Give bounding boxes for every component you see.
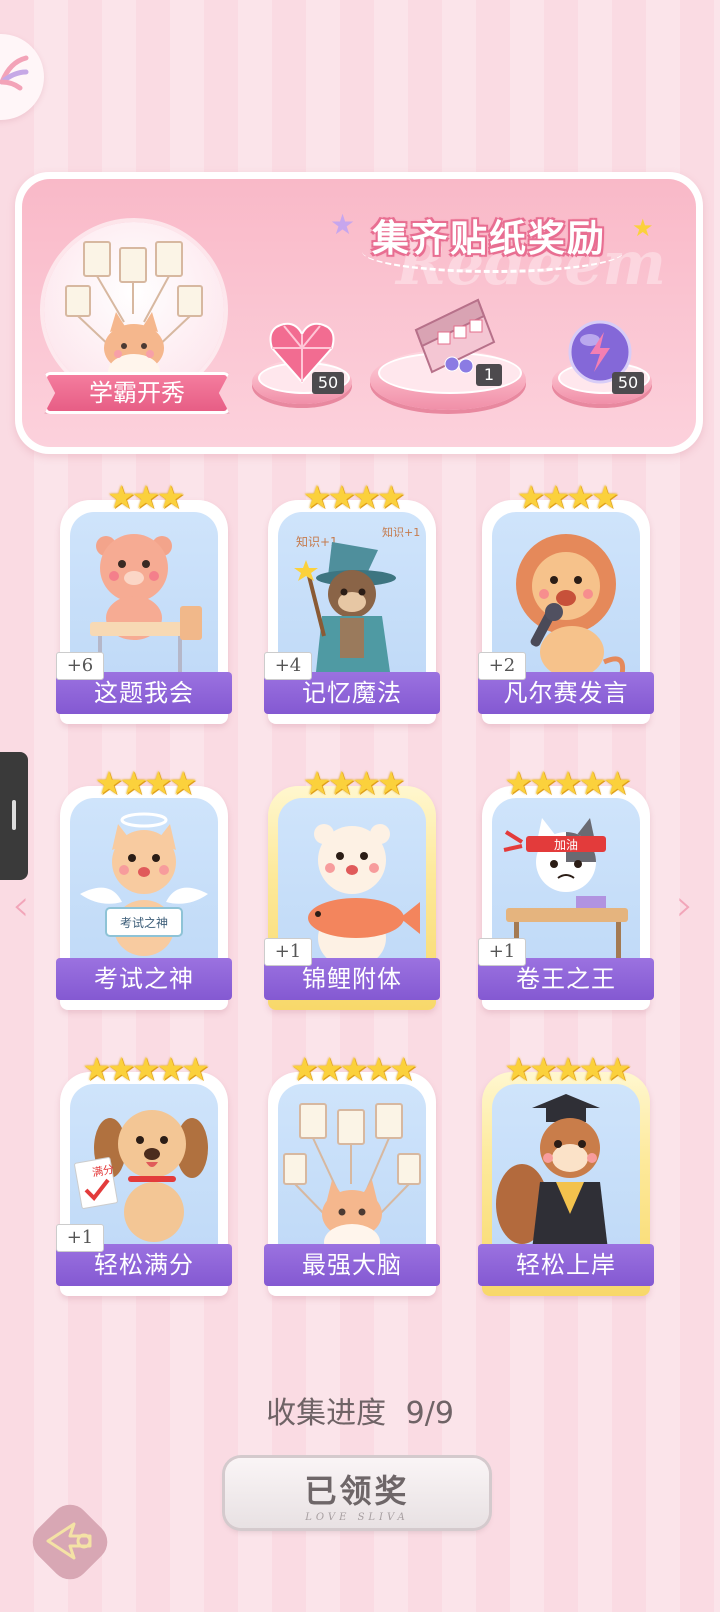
duplicate-count-badge: +1 — [264, 938, 312, 966]
sticker-card[interactable]: 满分 ★★★★★ 轻松满分 +1 — [56, 1050, 232, 1296]
svg-text:考试之神: 考试之神 — [120, 915, 168, 930]
back-arrow-icon[interactable] — [44, 1518, 96, 1564]
svg-text:知识+1: 知识+1 — [382, 525, 420, 539]
progress-value: 9/9 — [405, 1396, 454, 1431]
reward-count: 50 — [612, 372, 644, 394]
duplicate-count-badge: +1 — [56, 1224, 104, 1252]
rating-stars: ★★★★ — [302, 764, 406, 802]
sticker-label: 最强大脑 — [264, 1244, 440, 1286]
svg-text:加油: 加油 — [554, 838, 578, 852]
badge-label: 学霸开秀 — [44, 372, 230, 414]
cat-papers-icon — [283, 1103, 421, 1260]
sticker-label: 考试之神 — [56, 958, 232, 1000]
sticker-card[interactable]: ★★★★ 锦鲤附体 +1 — [264, 764, 440, 1010]
title-underline — [362, 230, 624, 273]
rating-stars: ★★★★★ — [82, 1050, 209, 1088]
rating-stars: ★★★★★ — [290, 1050, 417, 1088]
duplicate-count-badge: +6 — [56, 652, 104, 680]
prev-page-arrow-icon[interactable]: ‹ — [12, 880, 30, 931]
sticker-card[interactable]: ★★★★ 凡尔赛发言 +2 — [478, 478, 654, 724]
rating-stars: ★★★★ — [516, 478, 620, 516]
corner-fan-icon[interactable] — [0, 34, 44, 120]
collection-progress: 收集进度 9/9 — [0, 1388, 720, 1432]
rating-stars: ★★★★ — [94, 764, 198, 802]
next-page-arrow-icon[interactable]: › — [676, 880, 694, 931]
rating-stars: ★★★★ — [302, 478, 406, 516]
rating-stars: ★★★ — [106, 478, 185, 516]
duplicate-count-badge: +4 — [264, 652, 312, 680]
side-drawer-handle[interactable] — [0, 752, 28, 880]
claim-button-label: 已领奖 — [304, 1472, 410, 1510]
reward-count: 1 — [476, 364, 502, 386]
rating-stars: ★★★★★ — [504, 1050, 631, 1088]
sticker-label: 轻松上岸 — [478, 1244, 654, 1286]
sticker-card[interactable]: 加油 ★★★★★ 卷王之王 +1 — [478, 764, 654, 1010]
duplicate-count-badge: +1 — [478, 938, 526, 966]
sticker-card[interactable]: 考试之神 ★★★★ 考试之神 — [56, 764, 232, 1010]
claim-reward-button[interactable]: 已领奖 LOVE SLIVA — [225, 1458, 489, 1528]
star-decoration-icon: ★ — [632, 214, 654, 242]
rating-stars: ★★★★★ — [504, 764, 631, 802]
reward-count: 50 — [312, 372, 344, 394]
sticker-card[interactable]: ★★★★★ 轻松上岸 — [478, 1050, 654, 1296]
badge-bubble — [44, 222, 224, 398]
sticker-card[interactable]: ★★★★★ 最强大脑 — [264, 1050, 440, 1296]
angel-cat-icon: 考试之神 — [80, 812, 208, 956]
sticker-card[interactable]: ★★★ 这题我会 +6 — [56, 478, 232, 724]
sticker-card[interactable]: 知识+1 知识+1 ★★★★ 记忆魔法 +4 — [264, 478, 440, 724]
claim-button-subtitle: LOVE SLIVA — [305, 1512, 409, 1523]
squirrel-graduate-icon — [496, 1094, 608, 1250]
cat-papers-badge-icon — [65, 241, 203, 390]
duplicate-count-badge: +2 — [478, 652, 526, 680]
star-decoration-icon: ★ — [330, 208, 356, 241]
progress-label: 收集进度 — [266, 1396, 387, 1431]
